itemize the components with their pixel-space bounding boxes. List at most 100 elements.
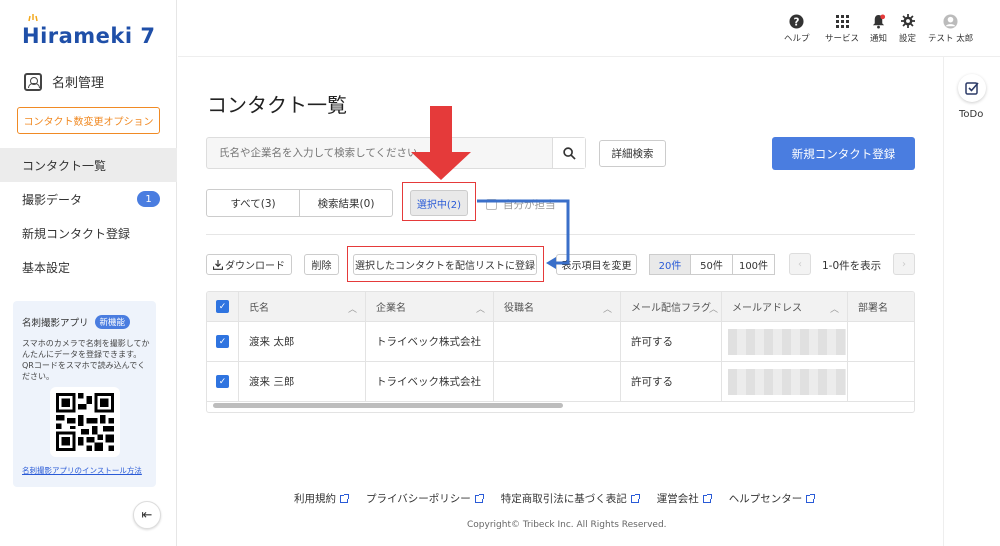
next-page-button[interactable]: ›: [893, 253, 915, 275]
todo-label: ToDo: [959, 109, 984, 120]
sort-icon: ︿: [347, 305, 357, 315]
tab-search-results[interactable]: 検索結果(0): [300, 189, 393, 217]
download-label: ダウンロード: [225, 261, 285, 272]
cell-department: [848, 322, 914, 361]
footer-link-help-center[interactable]: ヘルプセンター: [729, 491, 816, 506]
cell-email: [722, 362, 848, 401]
page-size-20[interactable]: 20件: [649, 254, 691, 275]
cell-name[interactable]: 渡来 三郎: [239, 362, 366, 401]
delete-button[interactable]: 削除: [304, 254, 339, 275]
sidebar-item-label: コンタクト一覧: [22, 158, 107, 173]
col-name[interactable]: 氏名 ︿: [239, 292, 366, 321]
table-row[interactable]: ✓ 渡来 太郎 トライベック株式会社 許可する: [207, 322, 914, 362]
sort-icon: ︿: [829, 305, 839, 315]
bell-icon: [871, 13, 887, 29]
sidebar-item-contacts[interactable]: コンタクト一覧: [0, 148, 177, 182]
copyright: Copyright© Tribeck Inc. All Rights Reser…: [467, 520, 667, 530]
notifications-button[interactable]: 通知: [870, 13, 887, 44]
collapse-left-icon: ⇤: [141, 507, 153, 523]
external-link-icon: [806, 493, 816, 503]
page-size-50[interactable]: 50件: [691, 254, 733, 275]
footer-link-terms[interactable]: 利用規約: [294, 491, 349, 506]
promo-header: 名刺撮影アプリ 新機能: [22, 315, 147, 329]
services-button[interactable]: サービス: [825, 13, 859, 44]
new-contact-button[interactable]: 新規コンタクト登録: [772, 137, 915, 170]
app-logo[interactable]: H irameki 7: [22, 14, 156, 50]
collapse-sidebar-button[interactable]: ⇤: [133, 501, 161, 529]
user-icon: [943, 13, 959, 29]
select-all-checkbox[interactable]: ✓: [216, 300, 229, 313]
cell-title: [494, 322, 621, 361]
app-promo-card: 名刺撮影アプリ 新機能 スマホのカメラで名刺を撮影してかんたんにデータを登録でき…: [13, 301, 156, 487]
table-row[interactable]: ✓ 渡来 三郎 トライベック株式会社 許可する: [207, 362, 914, 402]
cell-mail-flag: 許可する: [621, 322, 722, 361]
page-size-100[interactable]: 100件: [733, 254, 775, 275]
mine-label: 自分が担当: [503, 199, 556, 211]
sidebar-item-settings[interactable]: 基本設定: [0, 250, 177, 284]
cell-department: [848, 362, 914, 401]
settings-button[interactable]: 設定: [899, 13, 916, 44]
advanced-search-button[interactable]: 詳細検索: [599, 140, 666, 167]
col-company[interactable]: 企業名 ︿: [366, 292, 494, 321]
settings-label: 設定: [899, 34, 917, 44]
prev-page-button[interactable]: ‹: [789, 253, 811, 275]
row-select-cell[interactable]: ✓: [207, 362, 239, 401]
footer-link-company[interactable]: 運営会社: [657, 491, 712, 506]
notifications-label: 通知: [870, 34, 888, 44]
sidebar-section-title: 名刺管理: [52, 76, 105, 91]
select-all-cell[interactable]: ✓: [207, 292, 239, 321]
count-badge: 1: [137, 191, 160, 207]
sidebar-item-new-contact[interactable]: 新規コンタクト登録: [0, 216, 177, 250]
external-link-icon: [340, 493, 349, 503]
sort-icon: ︿: [475, 305, 485, 315]
promo-text: スマホのカメラで名刺を撮影してかんたんにデータを登録できます。QRコードをスマホ…: [22, 339, 150, 381]
horizontal-scrollbar[interactable]: [213, 403, 563, 408]
download-button[interactable]: ダウンロード: [206, 254, 292, 275]
services-label: サービス: [825, 34, 860, 44]
svg-text:?: ?: [794, 16, 800, 28]
logo-spark-icon: [28, 14, 38, 22]
tab-all[interactable]: すべて(3): [206, 189, 300, 217]
footer-links: 利用規約 プライバシーポリシー 特定商取引法に基づく表記 運営会社 ヘルプセンタ…: [294, 491, 832, 506]
qr-code: [50, 387, 120, 457]
user-menu-button[interactable]: テスト 太郎: [928, 13, 973, 44]
install-guide-link[interactable]: 名刺撮影アプリのインストール方法: [22, 465, 142, 476]
col-email[interactable]: メールアドレス ︿: [722, 292, 848, 321]
search-button[interactable]: [552, 138, 585, 168]
help-icon: ?: [789, 13, 805, 29]
register-to-list-button[interactable]: 選択したコンタクトを配信リストに登録: [353, 254, 537, 275]
tab-selected[interactable]: 選択中(2): [410, 190, 468, 216]
right-panel: ToDo: [943, 57, 1000, 546]
range-text: 1-0件を表示: [822, 260, 882, 272]
logo-text: irameki 7: [40, 24, 156, 48]
col-department[interactable]: 部署名: [848, 292, 914, 321]
external-link-icon: [630, 493, 640, 503]
change-columns-button[interactable]: 表示項目を変更: [556, 254, 637, 275]
mine-filter[interactable]: 自分が担当: [486, 197, 556, 212]
contact-option-button[interactable]: コンタクト数変更オプション: [17, 107, 160, 134]
col-mail-flag[interactable]: メール配信フラグ ︿: [621, 292, 722, 321]
filter-tabs: すべて(3) 検索結果(0): [206, 189, 393, 217]
help-button[interactable]: ? ヘルプ: [784, 13, 810, 44]
new-feature-badge: 新機能: [94, 315, 131, 329]
cell-email: [722, 322, 848, 361]
table-header: ✓ 氏名 ︿ 企業名 ︿ 役職名 ︿ メール配信フラグ ︿ メールアドレス ︿ 部署名: [207, 292, 914, 322]
row-checkbox[interactable]: ✓: [216, 375, 229, 388]
chevron-left-icon: ‹: [798, 258, 802, 270]
cell-name[interactable]: 渡来 太郎: [239, 322, 366, 361]
col-title[interactable]: 役職名 ︿: [494, 292, 621, 321]
sidebar-nav: コンタクト一覧 撮影データ 1 新規コンタクト登録 基本設定: [0, 148, 177, 284]
sidebar-item-label: 基本設定: [22, 260, 71, 275]
todo-button[interactable]: [958, 74, 986, 102]
search-input[interactable]: [207, 138, 552, 168]
external-link-icon: [702, 493, 712, 503]
contacts-table: ✓ 氏名 ︿ 企業名 ︿ 役職名 ︿ メール配信フラグ ︿ メールアドレス ︿ 部署名 ✓…: [206, 291, 915, 413]
row-checkbox[interactable]: ✓: [216, 335, 229, 348]
footer-link-privacy[interactable]: プライバシーポリシー: [366, 491, 484, 506]
mine-checkbox[interactable]: [486, 199, 497, 210]
sort-icon: ︿: [602, 305, 612, 315]
footer-link-commerce-law[interactable]: 特定商取引法に基づく表記: [501, 491, 640, 506]
help-label: ヘルプ: [784, 34, 810, 44]
sidebar-item-captured-data[interactable]: 撮影データ 1: [0, 182, 177, 216]
row-select-cell[interactable]: ✓: [207, 322, 239, 361]
